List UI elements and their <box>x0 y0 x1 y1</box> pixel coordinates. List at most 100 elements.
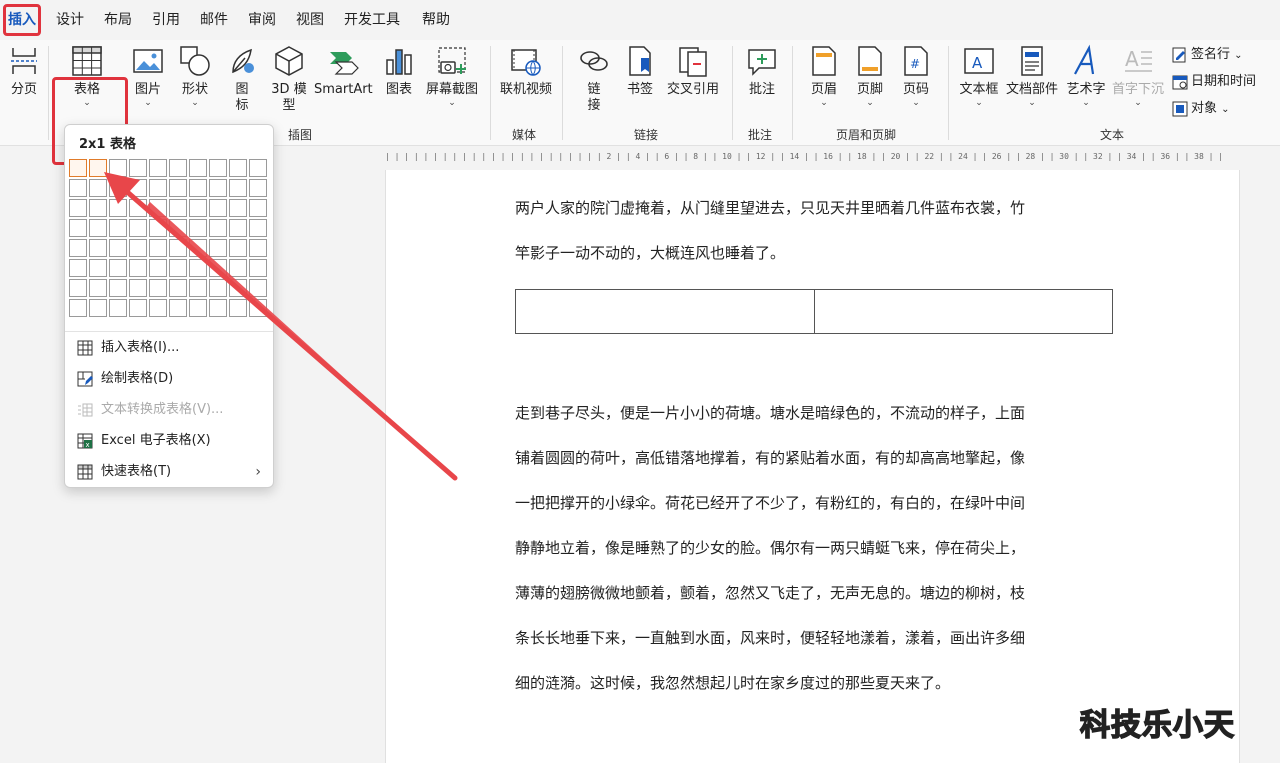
grid-cell[interactable] <box>169 279 187 297</box>
tab-developer[interactable]: 开发工具 <box>344 8 400 32</box>
wordart-button[interactable]: 艺术字 ⌄ <box>1064 44 1108 108</box>
grid-cell[interactable] <box>129 219 147 237</box>
grid-cell[interactable] <box>69 159 87 177</box>
table-cell[interactable] <box>815 290 1113 333</box>
grid-cell[interactable] <box>109 199 127 217</box>
insert-table-menu-item[interactable]: 插入表格(I)... <box>77 336 267 360</box>
excel-spreadsheet-menu-item[interactable]: x Excel 电子表格(X) <box>77 429 267 453</box>
footer-button[interactable]: 页脚 ⌄ <box>852 44 888 108</box>
grid-cell[interactable] <box>209 239 227 257</box>
grid-cell[interactable] <box>69 259 87 277</box>
grid-cell[interactable] <box>249 159 267 177</box>
grid-cell[interactable] <box>69 279 87 297</box>
grid-cell[interactable] <box>249 259 267 277</box>
date-time-button[interactable]: 日期和时间 <box>1172 71 1256 93</box>
tab-design[interactable]: 设计 <box>56 8 84 32</box>
grid-cell[interactable] <box>209 299 227 317</box>
tab-review[interactable]: 审阅 <box>248 8 276 32</box>
grid-cell[interactable] <box>229 159 247 177</box>
grid-cell[interactable] <box>69 219 87 237</box>
grid-cell[interactable] <box>89 179 107 197</box>
grid-cell[interactable] <box>249 239 267 257</box>
grid-cell[interactable] <box>229 179 247 197</box>
grid-cell[interactable] <box>169 259 187 277</box>
grid-cell[interactable] <box>149 259 167 277</box>
grid-cell[interactable] <box>149 199 167 217</box>
grid-cell[interactable] <box>209 219 227 237</box>
grid-cell[interactable] <box>189 219 207 237</box>
grid-cell[interactable] <box>69 299 87 317</box>
grid-cell[interactable] <box>189 299 207 317</box>
header-button[interactable]: 页眉 ⌄ <box>806 44 842 108</box>
textbox-button[interactable]: A 文本框 ⌄ <box>958 44 1000 108</box>
picture-button[interactable]: 图片 ⌄ <box>130 44 166 108</box>
bookmark-button[interactable]: 书签 <box>622 44 658 98</box>
grid-cell[interactable] <box>249 279 267 297</box>
quick-tables-menu-item[interactable]: 快速表格(T) › <box>77 460 267 484</box>
grid-cell[interactable] <box>169 179 187 197</box>
grid-cell[interactable] <box>89 159 107 177</box>
grid-cell[interactable] <box>149 239 167 257</box>
grid-cell[interactable] <box>209 199 227 217</box>
screenshot-button[interactable]: 屏幕截图 ⌄ <box>424 44 480 108</box>
table-size-grid[interactable] <box>69 159 269 317</box>
grid-cell[interactable] <box>129 159 147 177</box>
grid-cell[interactable] <box>229 239 247 257</box>
grid-cell[interactable] <box>169 159 187 177</box>
page-number-button[interactable]: # 页码 ⌄ <box>898 44 934 108</box>
grid-cell[interactable] <box>109 159 127 177</box>
grid-cell[interactable] <box>89 199 107 217</box>
grid-cell[interactable] <box>89 219 107 237</box>
grid-cell[interactable] <box>109 219 127 237</box>
chart-button[interactable]: 图表 <box>382 44 416 98</box>
grid-cell[interactable] <box>169 239 187 257</box>
tab-layout[interactable]: 布局 <box>104 8 132 32</box>
tab-help[interactable]: 帮助 <box>422 8 450 32</box>
tab-view[interactable]: 视图 <box>296 8 324 32</box>
grid-cell[interactable] <box>229 259 247 277</box>
grid-cell[interactable] <box>69 179 87 197</box>
grid-cell[interactable] <box>149 159 167 177</box>
grid-cell[interactable] <box>229 299 247 317</box>
grid-cell[interactable] <box>69 199 87 217</box>
grid-cell[interactable] <box>109 259 127 277</box>
grid-cell[interactable] <box>209 259 227 277</box>
shapes-button[interactable]: 形状 ⌄ <box>176 44 214 108</box>
grid-cell[interactable] <box>229 279 247 297</box>
grid-cell[interactable] <box>189 239 207 257</box>
grid-cell[interactable] <box>129 239 147 257</box>
grid-cell[interactable] <box>149 279 167 297</box>
tab-insert[interactable]: 插入 <box>8 8 36 32</box>
grid-cell[interactable] <box>149 299 167 317</box>
grid-cell[interactable] <box>89 279 107 297</box>
grid-cell[interactable] <box>209 179 227 197</box>
grid-cell[interactable] <box>229 199 247 217</box>
tab-mailings[interactable]: 邮件 <box>200 8 228 32</box>
grid-cell[interactable] <box>169 219 187 237</box>
link-button[interactable]: 链 接 <box>576 44 612 114</box>
grid-cell[interactable] <box>249 179 267 197</box>
grid-cell[interactable] <box>129 299 147 317</box>
online-video-button[interactable]: 联机视频 <box>498 44 554 98</box>
grid-cell[interactable] <box>69 239 87 257</box>
draw-table-menu-item[interactable]: 绘制表格(D) <box>77 367 267 391</box>
signature-line-button[interactable]: 签名行 ⌄ <box>1172 44 1243 66</box>
document-parts-button[interactable]: 文档部件 ⌄ <box>1004 44 1060 108</box>
grid-cell[interactable] <box>109 179 127 197</box>
dropcap-button[interactable]: A 首字下沉 ⌄ <box>1110 44 1166 108</box>
grid-cell[interactable] <box>89 299 107 317</box>
grid-cell[interactable] <box>129 279 147 297</box>
grid-cell[interactable] <box>249 219 267 237</box>
table-cell[interactable] <box>516 290 815 333</box>
grid-cell[interactable] <box>109 239 127 257</box>
grid-cell[interactable] <box>249 299 267 317</box>
icons-button[interactable]: 图 标 <box>224 44 260 114</box>
3d-model-button[interactable]: 3D 模 型 <box>268 44 310 114</box>
grid-cell[interactable] <box>189 279 207 297</box>
grid-cell[interactable] <box>129 259 147 277</box>
grid-cell[interactable] <box>229 219 247 237</box>
tab-references[interactable]: 引用 <box>152 8 180 32</box>
grid-cell[interactable] <box>249 199 267 217</box>
grid-cell[interactable] <box>149 179 167 197</box>
grid-cell[interactable] <box>109 299 127 317</box>
